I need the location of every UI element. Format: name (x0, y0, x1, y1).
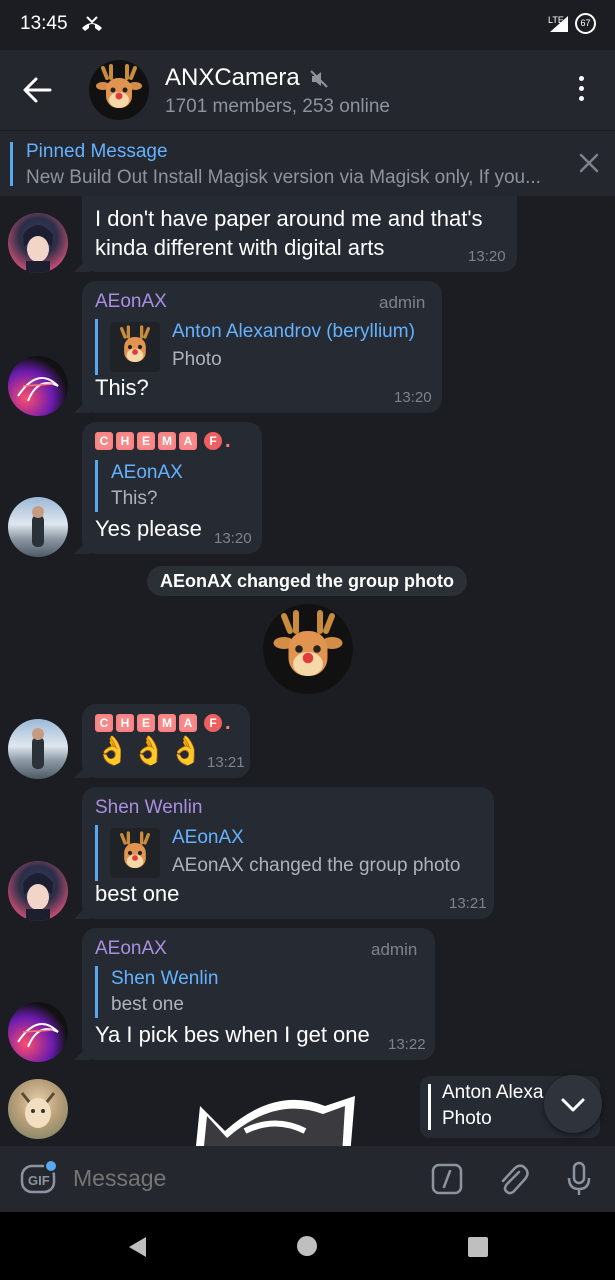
notification-dot (44, 1159, 58, 1173)
message-bubble[interactable]: I don't have paper around me and that's … (82, 196, 517, 272)
reply-sender: AEonAX (111, 462, 183, 483)
avatar[interactable] (8, 1079, 68, 1139)
reply-preview[interactable]: Shen Wenlin best one (95, 966, 295, 1018)
svg-text:GIF: GIF (28, 1173, 50, 1188)
message-time: 13:22 (388, 1036, 426, 1053)
chat-subtitle: 1701 members, 253 online (165, 96, 390, 117)
reply-text: best one (111, 994, 184, 1015)
admin-badge: admin (379, 293, 426, 312)
message-text: best one (95, 881, 180, 906)
admin-badge: admin (371, 940, 418, 959)
message-bubble[interactable]: AEonAX admin Shen Wenlin best one Ya I p… (82, 928, 435, 1060)
chat-header: ANXCamera 1701 members, 253 online (0, 50, 615, 130)
message-time: 13:20 (214, 530, 252, 547)
avatar[interactable] (8, 497, 68, 557)
status-bar: 13:45 LTE 67 (0, 0, 615, 50)
reply-sender: AEonAX (172, 827, 244, 848)
message-text: Yes please (95, 516, 202, 541)
new-group-photo[interactable] (263, 604, 353, 694)
sender-name[interactable]: AEonAX (95, 938, 167, 960)
reply-preview[interactable]: Anton Alexandrov (beryllium) Photo (95, 319, 430, 375)
message-time: 13:21 (207, 754, 245, 771)
pinned-text: New Build Out Install Magisk version via… (26, 167, 541, 188)
nav-back-icon[interactable] (127, 1236, 147, 1263)
nav-home-icon[interactable] (297, 1236, 317, 1256)
bot-command-icon[interactable] (431, 1163, 463, 1200)
microphone-icon[interactable] (566, 1161, 592, 1202)
reply-accent-bar (428, 1084, 431, 1130)
sender-name-stylized[interactable]: C H E M A F . (95, 431, 231, 451)
chat-title[interactable]: ANXCamera (165, 64, 300, 92)
pinned-accent-bar (10, 142, 13, 186)
reply-text: Photo (172, 349, 222, 370)
message-bubble[interactable]: C H E M A F . 👌👌👌 13:21 (82, 704, 250, 778)
message-time: 13:20 (468, 248, 506, 265)
system-nav-bar (0, 1212, 615, 1280)
reply-text: Photo (442, 1108, 492, 1129)
battery-icon: 67 (575, 13, 596, 34)
avatar[interactable] (8, 861, 68, 921)
reply-thumbnail (110, 828, 160, 878)
message-text: Ya I pick bes when I get one (95, 1022, 370, 1047)
reply-preview[interactable]: AEonAX This? (95, 460, 250, 512)
sticker-image[interactable] (185, 1086, 365, 1146)
message-time: 13:20 (394, 389, 432, 406)
message-bubble[interactable]: C H E M A F . AEonAX This? Yes please 13… (82, 422, 262, 554)
service-message: AEonAX changed the group photo (147, 566, 467, 596)
sender-name[interactable]: Shen Wenlin (95, 797, 202, 819)
pinned-label: Pinned Message (26, 141, 168, 162)
message-input[interactable] (73, 1165, 403, 1192)
message-bubble[interactable]: AEonAX admin Anton Alexandrov (beryllium… (82, 281, 442, 413)
message-emoji: 👌👌👌 (95, 735, 206, 766)
reply-sender: Anton Alexandrov (beryllium) (172, 321, 415, 342)
message-text-line-2: kinda different with digital arts (95, 235, 385, 260)
group-avatar[interactable] (89, 60, 149, 120)
chevron-down-icon (561, 1098, 585, 1112)
message-text: This? (95, 375, 149, 400)
reply-sender: Shen Wenlin (111, 968, 219, 989)
muted-icon (310, 70, 328, 93)
more-options-icon[interactable] (571, 76, 591, 104)
back-arrow-icon[interactable] (22, 76, 52, 109)
sender-name[interactable]: AEonAX (95, 291, 167, 313)
reply-text: AEonAX changed the group photo (172, 855, 461, 876)
avatar[interactable] (8, 719, 68, 779)
pinned-message-bar[interactable]: Pinned Message New Build Out Install Mag… (0, 130, 615, 196)
reply-text: This? (111, 488, 158, 509)
close-icon[interactable] (578, 152, 600, 179)
scroll-to-bottom-button[interactable] (544, 1075, 602, 1133)
missed-call-icon (80, 14, 104, 39)
message-bubble[interactable]: Shen Wenlin AEonAX AEonAX changed the gr… (82, 787, 494, 919)
avatar[interactable] (8, 356, 68, 416)
reply-preview[interactable]: AEonAX AEonAX changed the group photo (95, 825, 485, 881)
avatar[interactable] (8, 1002, 68, 1062)
message-time: 13:21 (449, 895, 487, 912)
avatar[interactable] (8, 213, 68, 273)
message-composer: GIF (0, 1146, 615, 1212)
message-text-line-1: I don't have paper around me and that's (95, 206, 483, 231)
message-list[interactable]: I don't have paper around me and that's … (0, 196, 615, 1146)
sender-name-stylized[interactable]: C H E M A F . (95, 713, 231, 733)
signal-icon: LTE (548, 14, 570, 39)
nav-recents-icon[interactable] (468, 1237, 488, 1257)
reply-thumbnail (110, 322, 160, 372)
svg-text:LTE: LTE (548, 15, 564, 25)
attach-icon[interactable] (497, 1162, 529, 1201)
status-time: 13:45 (20, 13, 68, 34)
